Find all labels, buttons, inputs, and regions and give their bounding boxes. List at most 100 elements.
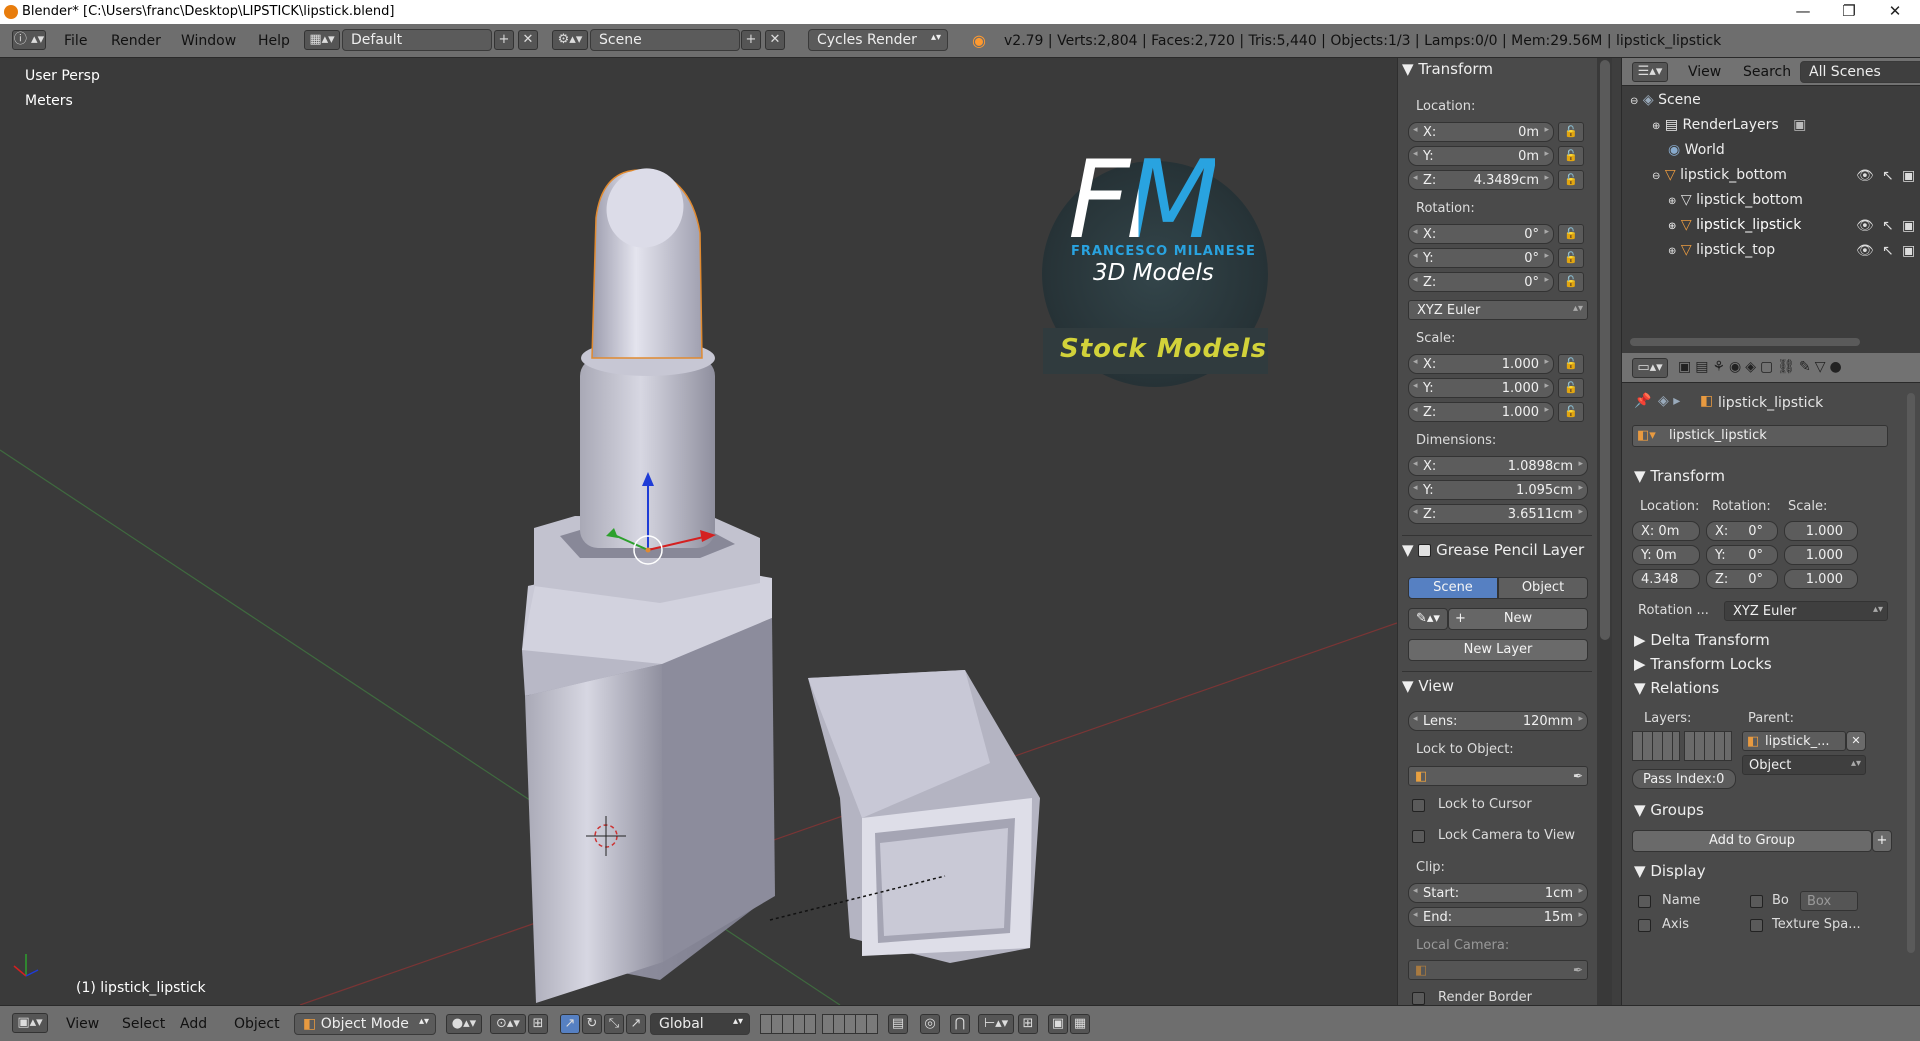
pass-index-field[interactable]: Pass Index:0 [1632, 769, 1736, 789]
maximize-button[interactable]: ❐ [1826, 0, 1872, 24]
clip-end-field[interactable]: ◂ End: 15m ▸ [1408, 907, 1588, 927]
rotation-mode-select[interactable]: XYZ Euler ▴▾ [1408, 300, 1588, 320]
outliner-item-world[interactable]: ◉ World [1668, 142, 1725, 158]
context-tabs-icons[interactable]: ▣▤⚘◉◈▢⛓✎▽● [1678, 359, 1846, 375]
outliner-hscrollbar[interactable] [1630, 338, 1860, 346]
outliner-menu-search[interactable]: Search [1743, 64, 1791, 80]
menu-view[interactable]: View [66, 1016, 99, 1032]
obj-rotation-mode-select[interactable]: XYZ Euler ▴▾ [1724, 601, 1888, 621]
obj-transform-header[interactable]: ▼ Transform [1634, 467, 1725, 489]
viewport-editor-icon[interactable]: ▣▴▾ [12, 1013, 48, 1033]
rotation-x-field[interactable]: ◂ X: 0° ▸ [1408, 224, 1554, 244]
scene-select[interactable]: Scene [590, 29, 740, 51]
orientation-select[interactable]: Global ▴▾ [650, 1013, 750, 1035]
editor-type-info-button[interactable]: ⓘ ▴▾ [12, 30, 46, 50]
remove-scene-button[interactable]: ✕ [765, 30, 785, 50]
outliner-item-lipstick-bottom-mesh[interactable]: ⊕ ▽ lipstick_bottom [1668, 192, 1803, 208]
menu-window[interactable]: Window [181, 33, 236, 49]
relations-header[interactable]: ▼ Relations [1634, 679, 1719, 701]
lock-icon[interactable]: 🔓 [1558, 272, 1584, 292]
parent-field[interactable]: ◧ lipstick_... [1742, 731, 1846, 751]
object-name-field[interactable]: ◧▾ lipstick_lipstick [1632, 425, 1888, 447]
layers-grid-b[interactable] [822, 1014, 878, 1034]
lock-icon[interactable]: 🔓 [1558, 170, 1584, 190]
outliner-item-lipstick-bottom[interactable]: ⊖ ▽ lipstick_bottom [1652, 167, 1787, 183]
dimensions-x-field[interactable]: ◂ X: 1.0898cm ▸ [1408, 456, 1588, 476]
layers-grid-a[interactable] [760, 1014, 816, 1034]
menu-select[interactable]: Select [122, 1016, 165, 1032]
lock-icon[interactable]: 🔓 [1558, 122, 1584, 142]
clip-start-field[interactable]: ◂ Start: 1cm ▸ [1408, 883, 1588, 903]
outliner-filter-select[interactable]: All Scenes [1800, 61, 1920, 83]
display-bounds-checkbox[interactable] [1750, 895, 1763, 908]
eye-icon[interactable]: 👁 [1856, 218, 1874, 234]
eye-icon[interactable]: 👁 [1856, 168, 1874, 184]
obj-location-y[interactable]: Y: 0m [1632, 545, 1700, 565]
add-to-group-button[interactable]: Add to Group [1632, 830, 1872, 852]
add-group-icon[interactable]: + [1872, 830, 1892, 852]
scale-z-field[interactable]: ◂ Z: 1.000 ▸ [1408, 402, 1554, 422]
grease-new-button[interactable]: + New [1448, 608, 1588, 630]
screen-layout-select[interactable]: Default [342, 29, 492, 51]
camera-render-icon[interactable]: ▣ [1902, 168, 1915, 184]
lock-icon[interactable]: 🔓 [1558, 354, 1584, 374]
cursor-select-icon[interactable]: ↖ [1882, 218, 1894, 234]
obj-scale-x[interactable]: 1.000 [1784, 521, 1858, 541]
lock-icon[interactable]: 🔓 [1558, 224, 1584, 244]
render-border-checkbox[interactable] [1412, 992, 1425, 1005]
grease-pencil-panel-header[interactable]: ▼ Grease Pencil Layer [1402, 541, 1584, 563]
scale-handle-icon[interactable]: ↗ [626, 1014, 646, 1034]
dimensions-z-field[interactable]: ◂ Z: 3.6511cm ▸ [1408, 504, 1588, 524]
proportional-edit-icon[interactable]: ◎ [920, 1014, 940, 1034]
rotate-icon[interactable]: ↻ [582, 1014, 602, 1034]
groups-header[interactable]: ▼ Groups [1634, 801, 1704, 823]
scene-icon[interactable]: ⚙▴▾ [552, 30, 588, 50]
obj-location-z[interactable]: 4.348 [1632, 569, 1700, 589]
properties-editor-icon[interactable]: ▭▴▾ [1632, 358, 1668, 378]
snap-element-icon[interactable]: ⊢▴▾ [978, 1014, 1014, 1034]
layers-grid-b[interactable] [1684, 731, 1732, 761]
obj-scale-y[interactable]: 1.000 [1784, 545, 1858, 565]
translate-icon[interactable]: ↗ [560, 1014, 580, 1034]
texture-space-checkbox[interactable] [1750, 919, 1763, 932]
shading-icon[interactable]: ●▴▾ [446, 1014, 482, 1034]
obj-location-x[interactable]: X: 0m [1632, 521, 1700, 541]
clear-parent-button[interactable]: ✕ [1846, 731, 1866, 751]
screen-layout-icon[interactable]: ▦▴▾ [304, 30, 340, 50]
menu-add[interactable]: Add [180, 1016, 207, 1032]
lock-icon[interactable]: 🔓 [1558, 146, 1584, 166]
location-y-field[interactable]: ◂ Y: 0m ▸ [1408, 146, 1554, 166]
camera-render-icon[interactable]: ▣ [1902, 243, 1915, 259]
opengl-animation-icon[interactable]: ▦ [1070, 1014, 1090, 1034]
grease-pencil-checkbox[interactable] [1418, 544, 1432, 557]
menu-help[interactable]: Help [258, 33, 290, 49]
scale-icon[interactable]: ⤡ [604, 1014, 624, 1034]
location-x-field[interactable]: ◂ X: 0m ▸ [1408, 122, 1554, 142]
obj-rotation-z[interactable]: Z: 0° [1706, 569, 1778, 589]
props-scrollbar[interactable] [1600, 60, 1610, 640]
transform-locks-header[interactable]: ▶ Transform Locks [1634, 655, 1772, 677]
lock-icon[interactable]: 🔓 [1558, 402, 1584, 422]
manipulator-toggle-icon[interactable]: ⊞ [528, 1014, 548, 1034]
minimize-button[interactable]: — [1780, 0, 1826, 24]
render-engine-select[interactable]: Cycles Render ▴▾ [808, 29, 948, 51]
eye-icon[interactable]: 👁 [1856, 243, 1874, 259]
camera-render-icon[interactable]: ▣ [1902, 218, 1915, 234]
outliner-item-scene[interactable]: ⊖ ◈ Scene [1630, 92, 1701, 108]
obj-rotation-y[interactable]: Y: 0° [1706, 545, 1778, 565]
pencil-icon[interactable]: ✎▴▾ [1408, 608, 1448, 630]
outliner-menu-view[interactable]: View [1688, 64, 1721, 80]
properties-scrollbar[interactable] [1907, 393, 1915, 953]
pin-icon[interactable]: 📌 [1634, 393, 1651, 409]
menu-render[interactable]: Render [111, 33, 161, 49]
lock-camera-checkbox[interactable] [1412, 830, 1425, 843]
grease-scene-tab[interactable]: Scene [1408, 577, 1498, 599]
scale-x-field[interactable]: ◂ X: 1.000 ▸ [1408, 354, 1554, 374]
local-camera-field[interactable]: ◧ ✒ [1408, 960, 1588, 980]
add-screen-button[interactable]: + [494, 30, 514, 50]
cursor-select-icon[interactable]: ↖ [1882, 168, 1894, 184]
outliner-editor-icon[interactable]: ☰▴▾ [1632, 62, 1668, 82]
bounds-type-select[interactable]: Box [1800, 891, 1858, 911]
obj-scale-z[interactable]: 1.000 [1784, 569, 1858, 589]
dimensions-y-field[interactable]: ◂ Y: 1.095cm ▸ [1408, 480, 1588, 500]
